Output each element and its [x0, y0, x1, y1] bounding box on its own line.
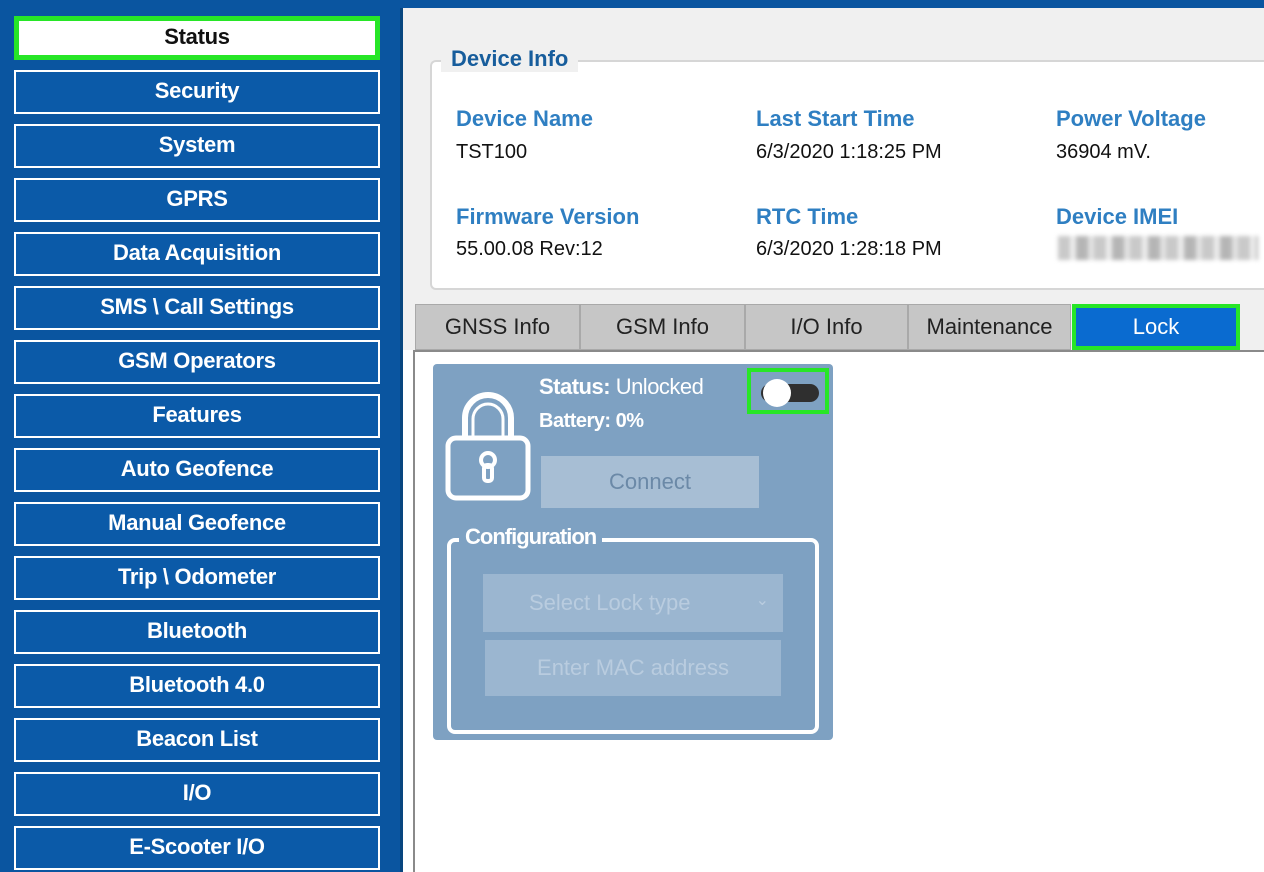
- device-name-value: TST100: [456, 141, 528, 163]
- chevron-down-icon: ⌄: [755, 592, 769, 609]
- lock-type-select[interactable]: Select Lock type ⌄: [483, 574, 783, 632]
- sidebar-item-beacon-list[interactable]: Beacon List: [14, 718, 380, 762]
- configuration-legend: Configuration: [459, 524, 603, 550]
- sidebar-item-auto-geofence[interactable]: Auto Geofence: [14, 448, 380, 492]
- sidebar: Status Security System GPRS Data Acquisi…: [0, 8, 403, 872]
- tab-gsm-info[interactable]: GSM Info: [580, 304, 745, 350]
- tab-lock[interactable]: Lock: [1072, 304, 1240, 350]
- sidebar-item-e-scooter-io[interactable]: E-Scooter I/O: [14, 826, 380, 870]
- lock-battery-text: Battery: 0%: [539, 410, 644, 433]
- lock-type-placeholder: Select Lock type: [529, 590, 691, 615]
- firmware-version-label: Firmware Version: [456, 204, 640, 229]
- last-start-time-value: 6/3/2020 1:18:25 PM: [756, 141, 942, 163]
- power-voltage-label: Power Voltage: [1056, 106, 1206, 131]
- lock-panel: Status: Unlocked Battery: 0% Connect Con…: [433, 364, 833, 740]
- tab-io-info[interactable]: I/O Info: [745, 304, 908, 350]
- firmware-version-value: 55.00.08 Rev:12: [456, 238, 603, 260]
- device-name-label: Device Name: [456, 106, 593, 131]
- device-info-legend: Device Info: [441, 46, 579, 72]
- sidebar-item-status[interactable]: Status: [14, 16, 380, 60]
- sidebar-item-bluetooth[interactable]: Bluetooth: [14, 610, 380, 654]
- lock-battery-label: Battery:: [539, 410, 611, 432]
- padlock-icon: [445, 392, 531, 501]
- sidebar-item-features[interactable]: Features: [14, 394, 380, 438]
- last-start-time-label: Last Start Time: [756, 106, 915, 131]
- sidebar-item-sms-call-settings[interactable]: SMS \ Call Settings: [14, 286, 380, 330]
- lock-toggle-switch[interactable]: [747, 368, 829, 414]
- sidebar-item-data-acquisition[interactable]: Data Acquisition: [14, 232, 380, 276]
- device-imei-redacted: [1058, 236, 1258, 260]
- tab-maintenance[interactable]: Maintenance: [908, 304, 1071, 350]
- main-panel: Device Info Device Name TST100 Last Star…: [403, 8, 1264, 872]
- power-voltage-value: 36904 mV.: [1056, 141, 1151, 163]
- sidebar-item-manual-geofence[interactable]: Manual Geofence: [14, 502, 380, 546]
- sidebar-item-gsm-operators[interactable]: GSM Operators: [14, 340, 380, 384]
- rtc-time-value: 6/3/2020 1:28:18 PM: [756, 238, 942, 260]
- lock-battery-value: 0%: [615, 410, 644, 432]
- lock-status-label: Status:: [539, 374, 611, 399]
- rtc-time-label: RTC Time: [756, 204, 859, 229]
- lock-status-value: Unlocked: [615, 374, 704, 399]
- device-imei-label: Device IMEI: [1056, 204, 1179, 229]
- sidebar-item-gprs[interactable]: GPRS: [14, 178, 380, 222]
- sidebar-item-bluetooth-4[interactable]: Bluetooth 4.0: [14, 664, 380, 708]
- window-top-strip: [0, 0, 1264, 8]
- mac-address-input[interactable]: Enter MAC address: [485, 640, 781, 696]
- connect-button[interactable]: Connect: [541, 456, 759, 508]
- sidebar-item-trip-odometer[interactable]: Trip \ Odometer: [14, 556, 380, 600]
- sidebar-item-io[interactable]: I/O: [14, 772, 380, 816]
- configuration-group: [447, 538, 819, 734]
- lock-status-text: Status: Unlocked: [539, 374, 704, 400]
- lock-toggle-track: [761, 379, 819, 407]
- sidebar-item-system[interactable]: System: [14, 124, 380, 168]
- sidebar-item-security[interactable]: Security: [14, 70, 380, 114]
- tab-gnss-info[interactable]: GNSS Info: [415, 304, 580, 350]
- lock-toggle-knob: [763, 379, 791, 407]
